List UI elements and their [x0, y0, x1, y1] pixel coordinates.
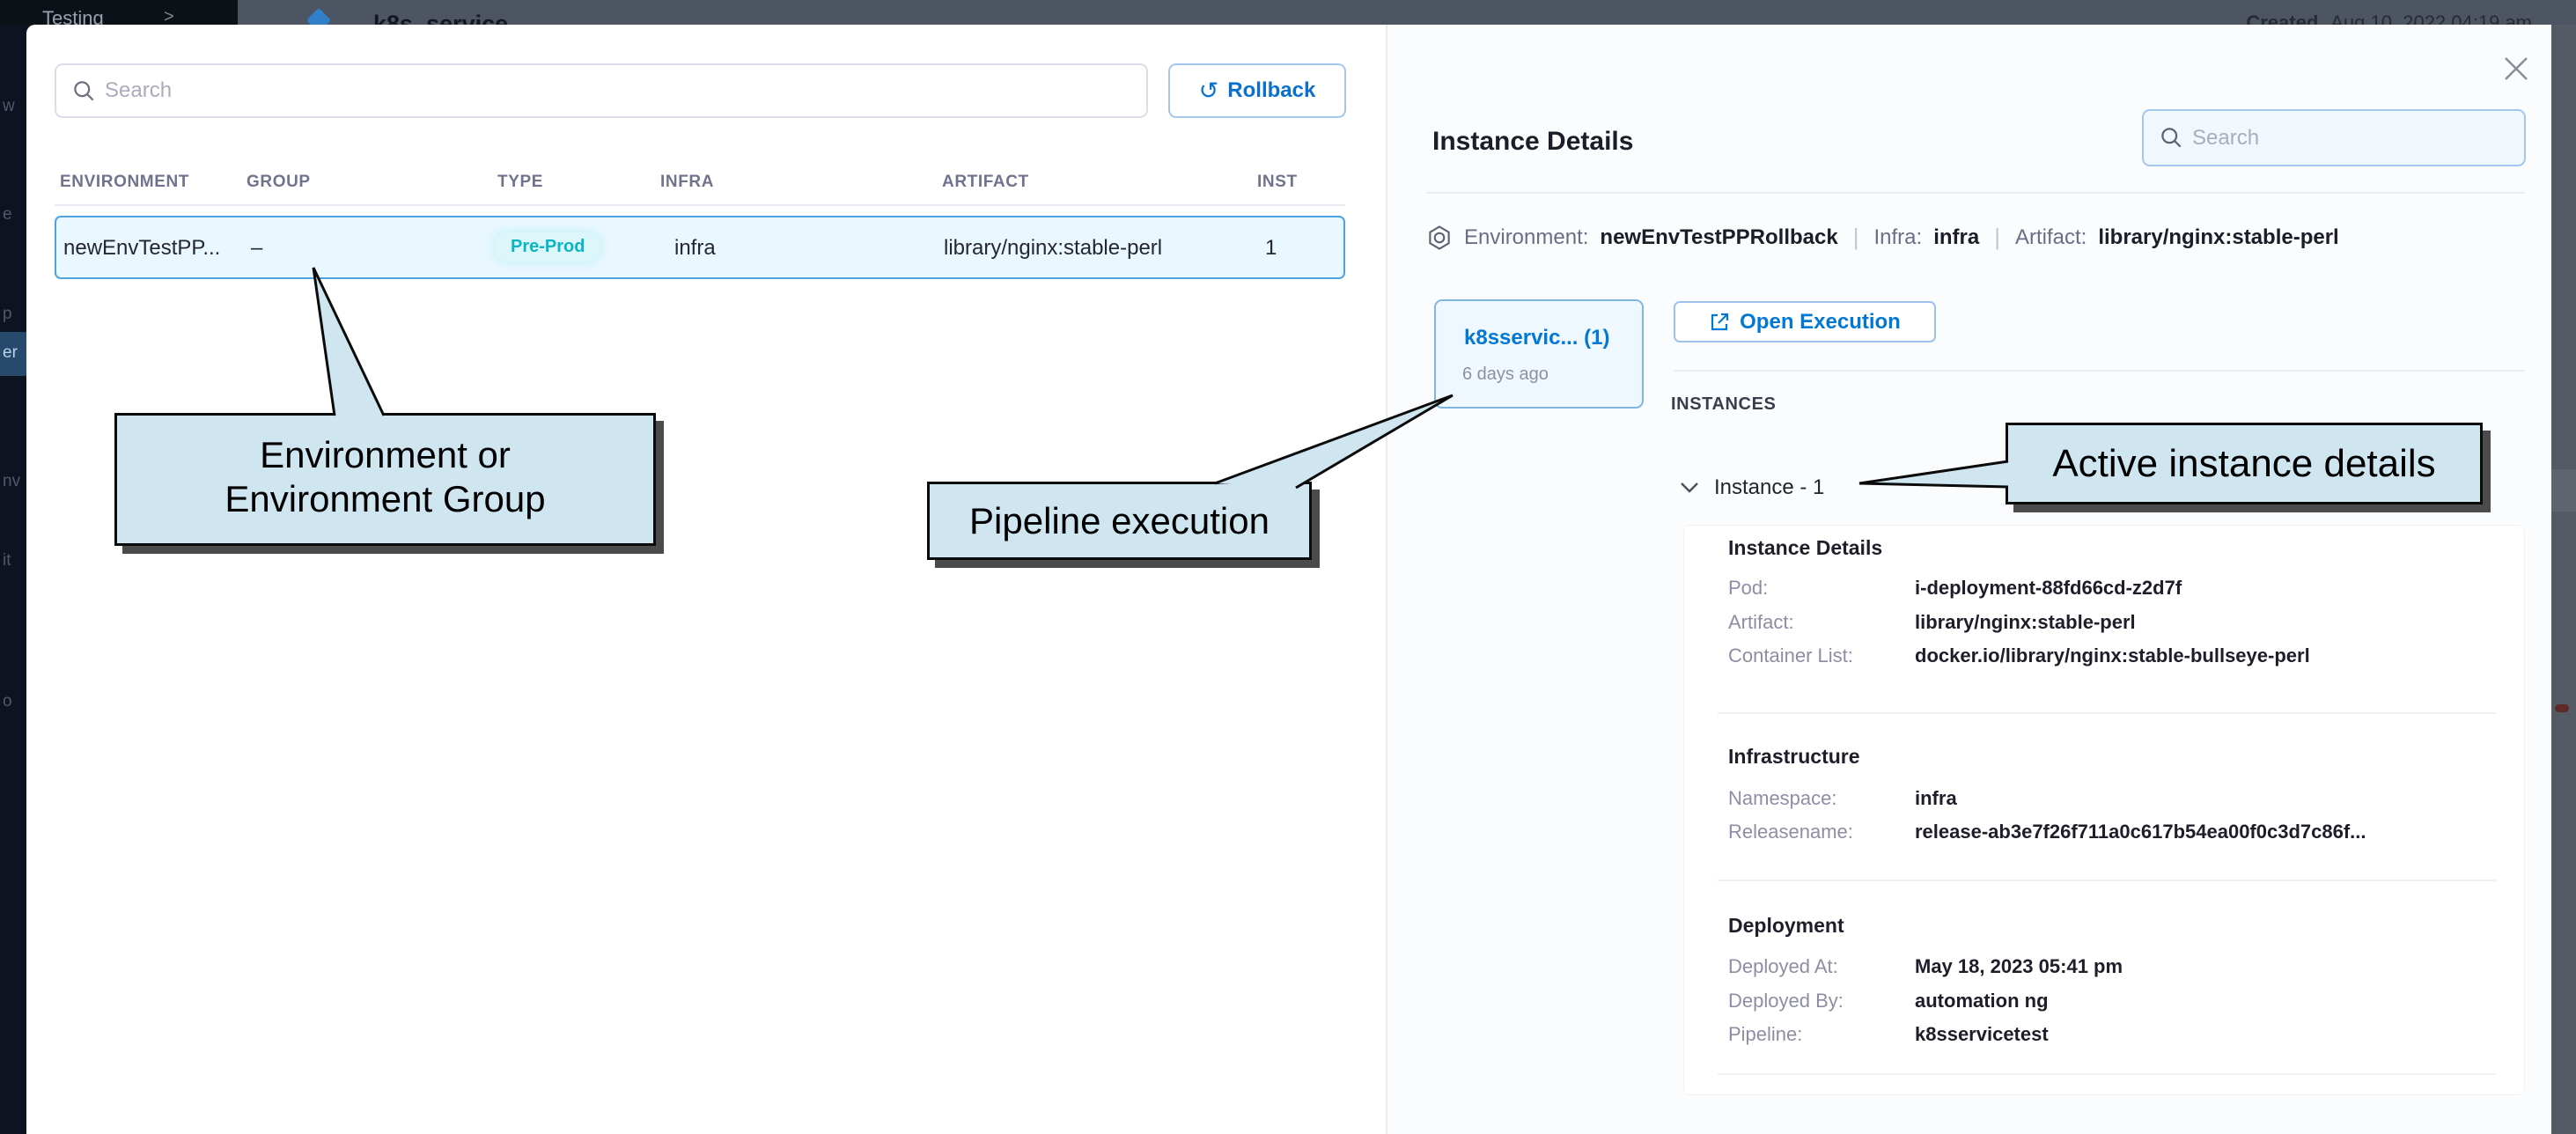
search-input[interactable]: [2192, 126, 2524, 151]
field-label: Namespace:: [1728, 787, 1837, 810]
field-value: library/nginx:stable-perl: [1915, 611, 2136, 634]
cell-infra: infra: [674, 236, 716, 261]
callout-text-line2: Environment Group: [117, 477, 653, 521]
instance-details-panel: Instance Details Environment: newEnvTest…: [1387, 25, 2551, 1134]
field-label: Deployed At:: [1728, 955, 1838, 978]
separator: |: [1853, 224, 1859, 251]
col-header-inst: INST: [1257, 173, 1298, 192]
environments-icon: [1426, 225, 1453, 251]
field-label: Artifact:: [1728, 611, 1794, 634]
panel-header-divider: [1426, 192, 2525, 194]
section-divider: [1718, 712, 2496, 714]
section-title: Infrastructure: [1728, 745, 1860, 769]
callout-environment: Environment or Environment Group: [114, 413, 656, 546]
artifact-label: Artifact:: [2015, 225, 2087, 250]
field-value: i-deployment-88fd66cd-z2d7f: [1915, 577, 2182, 600]
preprod-badge: Pre-Prod: [495, 232, 600, 261]
field-label: Releasename:: [1728, 821, 1853, 843]
section-title: Deployment: [1728, 914, 1844, 938]
field-value: May 18, 2023 05:41 pm: [1915, 955, 2123, 978]
search-icon: [2160, 126, 2183, 150]
sidebar-text-fragment: e: [3, 205, 12, 225]
chevron-down-icon: [1680, 482, 1699, 494]
background-right-block: [2551, 469, 2576, 512]
section-divider: [1718, 880, 2496, 881]
environment-table-row[interactable]: newEnvTestPP... – Pre-Prod infra library…: [55, 216, 1345, 279]
instance-title: Instance - 1: [1714, 475, 1824, 500]
sidebar-text-fragment: p: [3, 305, 12, 324]
section-divider: [1718, 1073, 2496, 1075]
field-value: infra: [1915, 787, 1957, 810]
callout-text-line1: Environment or: [117, 433, 653, 477]
field-label: Deployed By:: [1728, 990, 1844, 1012]
environment-label: Environment:: [1464, 225, 1588, 250]
open-execution-button[interactable]: Open Execution: [1674, 301, 1936, 342]
close-icon[interactable]: [2499, 51, 2534, 86]
sidebar-text-fragment: er: [3, 343, 18, 363]
col-header-artifact: ARTIFACT: [942, 173, 1029, 192]
execution-time: 6 days ago: [1462, 364, 1549, 385]
breadcrumb-chevron-icon: >: [164, 7, 174, 25]
callout-active-instance: Active instance details: [2006, 423, 2483, 504]
created-label: Created: [2246, 11, 2318, 25]
service-cube-icon: [306, 8, 331, 25]
execution-name: k8sservic... (1): [1464, 326, 1609, 350]
col-header-type: TYPE: [497, 173, 543, 192]
service-title: k8s_service: [373, 11, 508, 25]
sidebar-text-fragment: o: [3, 692, 12, 711]
environments-search[interactable]: [55, 63, 1148, 118]
executions-divider: [1674, 370, 2525, 372]
cell-inst: 1: [1265, 236, 1277, 261]
artifact-value: library/nginx:stable-perl: [2098, 225, 2338, 250]
field-value: docker.io/library/nginx:stable-bullseye-…: [1915, 644, 2310, 667]
launch-icon: [1709, 312, 1730, 333]
breadcrumb: Testing: [42, 7, 104, 25]
created-value: Aug 10, 2022 04:19 am: [2330, 11, 2532, 25]
background-nav-zone: [0, 0, 238, 25]
sidebar-text-fragment: w: [3, 97, 15, 116]
search-input[interactable]: [105, 78, 1146, 103]
field-value: release-ab3e7f26f711a0c617b54ea00f0c3d7c…: [1915, 821, 2366, 843]
background-right-edge: [2551, 25, 2576, 1134]
background-right-dot: [2555, 704, 2569, 712]
infra-label: Infra:: [1873, 225, 1922, 250]
environment-value: newEnvTestPPRollback: [1600, 225, 1837, 250]
background-left-sidebar: w e p er nv it o: [0, 25, 26, 1134]
infra-value: infra: [1933, 225, 1979, 250]
search-icon: [72, 79, 96, 103]
col-header-infra: INFRA: [660, 173, 714, 192]
deployment-summary: Environment: newEnvTestPPRollback | Infr…: [1426, 224, 2339, 251]
background-top-bar: Testing > k8s_service Created Aug 10, 202…: [0, 0, 2576, 25]
table-header-divider: [55, 204, 1345, 206]
instance-expander[interactable]: Instance - 1: [1680, 475, 1824, 500]
field-value: k8sservicetest: [1915, 1023, 2049, 1046]
section-title: Instance Details: [1728, 536, 1882, 560]
instance-detail-card: Instance Details Pod: i-deployment-88fd66…: [1683, 525, 2525, 1095]
field-label: Pipeline:: [1728, 1023, 1802, 1046]
rollback-label: Rollback: [1227, 78, 1315, 103]
cell-environment: newEnvTestPP...: [63, 236, 220, 261]
sidebar-text-fragment: nv: [3, 472, 20, 491]
cell-group: –: [251, 236, 262, 261]
field-label: Pod:: [1728, 577, 1768, 600]
field-label: Container List:: [1728, 644, 1853, 667]
open-execution-label: Open Execution: [1740, 310, 1901, 335]
callout-pipeline-execution: Pipeline execution: [927, 482, 1312, 560]
cell-artifact: library/nginx:stable-perl: [944, 236, 1162, 261]
col-header-environment: ENVIRONMENT: [60, 173, 189, 192]
panel-title: Instance Details: [1432, 127, 1633, 157]
rollback-icon: ↺: [1199, 79, 1219, 103]
separator: |: [1994, 224, 2000, 251]
sidebar-text-fragment: it: [3, 551, 11, 571]
instances-search[interactable]: [2142, 109, 2526, 166]
instances-section-label: INSTANCES: [1671, 394, 1776, 415]
rollback-button[interactable]: ↺ Rollback: [1168, 63, 1346, 118]
pipeline-execution-card[interactable]: k8sservic... (1) 6 days ago: [1434, 299, 1644, 409]
service-instances-modal: ↺ Rollback ENVIRONMENT GROUP TYPE INFRA …: [26, 25, 2551, 1134]
screen: Testing > k8s_service Created Aug 10, 202…: [0, 0, 2576, 1134]
created-timestamp: Created Aug 10, 2022 04:19 am: [2246, 11, 2532, 25]
field-value: automation ng: [1915, 990, 2049, 1012]
col-header-group: GROUP: [247, 173, 311, 192]
